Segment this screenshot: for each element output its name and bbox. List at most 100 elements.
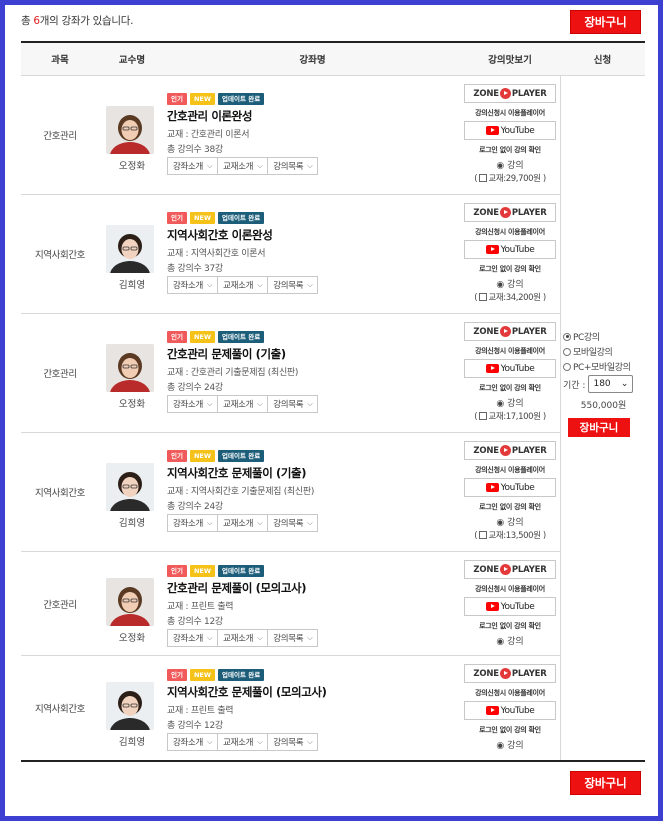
youtube-button[interactable]: YouTube	[464, 359, 556, 378]
youtube-button[interactable]: YouTube	[464, 701, 556, 720]
book-intro-select[interactable]: 교재소개 ⌵	[217, 157, 269, 175]
play-icon	[499, 326, 511, 337]
course-row: 간호관리 오정화 인기 NEW 업데이트 완료 간호관리 이론완성 교재 : 간…	[21, 76, 560, 195]
badge-group: 인기 NEW 업데이트 완료	[167, 669, 265, 681]
lecture-list-select[interactable]: 강의목록 ⌵	[267, 733, 319, 751]
play-icon	[499, 207, 511, 218]
book-intro-select[interactable]: 교재소개 ⌵	[217, 514, 269, 532]
badge-group: 인기 NEW 업데이트 완료	[167, 93, 265, 105]
course-title[interactable]: 지역사회간호 이론완성	[167, 227, 273, 243]
course-book: 교재 : 프린트 출력	[167, 706, 234, 716]
book-checkbox[interactable]	[479, 412, 488, 420]
new-badge: NEW	[189, 331, 216, 343]
professor-name: 김희영	[118, 280, 146, 291]
apply-cart-button[interactable]: 장바구니	[568, 418, 630, 437]
radio-selected-icon: ◉	[496, 741, 508, 751]
course-lessons: 총 강의수 12강	[167, 617, 223, 627]
book-intro-select[interactable]: 교재소개 ⌵	[217, 629, 269, 647]
zone-player-note: 강의신청시 이용플레이어	[475, 585, 545, 593]
course-cell: 인기 NEW 업데이트 완료 지역사회간호 문제풀이 (기출) 교재 : 지역사…	[165, 433, 460, 551]
badge-group: 인기 NEW 업데이트 완료	[167, 565, 265, 577]
zone-player-button[interactable]: ZONE PLAYER	[464, 441, 556, 460]
lecture-radio[interactable]: ◉ 강의	[460, 277, 560, 290]
professor-cell: 김희영	[99, 195, 165, 313]
course-intro-select[interactable]: 강좌소개 ⌵	[167, 514, 219, 532]
book-intro-select[interactable]: 교재소개 ⌵	[217, 733, 269, 751]
lecture-radio[interactable]: ◉ 강의	[460, 515, 560, 528]
radio-pc[interactable]	[563, 332, 571, 341]
cart-button-top[interactable]: 장바구니	[570, 10, 641, 34]
chevron-down-icon: ⌵	[257, 737, 263, 746]
youtube-button[interactable]: YouTube	[464, 597, 556, 616]
lecture-radio[interactable]: ◉ 강의	[460, 634, 560, 647]
course-book: 교재 : 지역사회간호 이론서	[167, 249, 266, 259]
lecture-radio[interactable]: ◉ 강의	[460, 396, 560, 409]
book-intro-select[interactable]: 교재소개 ⌵	[217, 276, 269, 294]
period-select[interactable]: 180 ⌄	[588, 375, 634, 393]
zone-player-button[interactable]: ZONE PLAYER	[464, 84, 556, 103]
subject-cell: 지역사회간호	[34, 704, 86, 715]
zone-player-button[interactable]: ZONE PLAYER	[464, 203, 556, 222]
book-option[interactable]: ( 교재:34,200원 )	[460, 291, 560, 303]
zone-player-note: 강의신청시 이용플레이어	[475, 109, 545, 117]
course-intro-select[interactable]: 강좌소개 ⌵	[167, 733, 219, 751]
lecture-list-select[interactable]: 강의목록 ⌵	[267, 629, 319, 647]
option-mobile[interactable]: 모바일강의	[563, 345, 613, 358]
course-intro-select[interactable]: 강좌소개 ⌵	[167, 276, 219, 294]
zone-player-note: 강의신청시 이용플레이어	[475, 347, 545, 355]
lecture-radio[interactable]: ◉ 강의	[460, 738, 560, 751]
youtube-note: 로그인 없이 강의 확인	[479, 146, 541, 154]
preview-cell: ZONE PLAYER 강의신청시 이용플레이어 YouTube 로그인 없이 강…	[460, 314, 560, 432]
table-header: 과목 교수명 강좌명 강의맛보기 신청	[21, 43, 645, 76]
course-intro-select[interactable]: 강좌소개 ⌵	[167, 629, 219, 647]
lecture-list-select[interactable]: 강의목록 ⌵	[267, 276, 319, 294]
zone-player-button[interactable]: ZONE PLAYER	[464, 664, 556, 683]
header-preview: 강의맛보기	[488, 55, 532, 66]
new-badge: NEW	[189, 93, 216, 105]
subject-cell: 지역사회간호	[34, 250, 86, 261]
book-option[interactable]: ( 교재:29,700원 )	[460, 172, 560, 184]
radio-mobile[interactable]	[563, 347, 571, 356]
youtube-button[interactable]: YouTube	[464, 121, 556, 140]
chevron-down-icon: ⌵	[307, 161, 313, 170]
chevron-down-icon: ⌵	[307, 633, 313, 642]
lecture-list-select[interactable]: 강의목록 ⌵	[267, 514, 319, 532]
course-intro-select[interactable]: 강좌소개 ⌵	[167, 395, 219, 413]
book-intro-select[interactable]: 교재소개 ⌵	[217, 395, 269, 413]
youtube-button[interactable]: YouTube	[464, 478, 556, 497]
zone-player-button[interactable]: ZONE PLAYER	[464, 322, 556, 341]
radio-selected-icon: ◉	[496, 280, 508, 290]
lecture-list-select[interactable]: 강의목록 ⌵	[267, 395, 319, 413]
youtube-button[interactable]: YouTube	[464, 240, 556, 259]
cart-button-bottom[interactable]: 장바구니	[570, 771, 641, 795]
book-checkbox[interactable]	[479, 531, 488, 539]
chevron-down-icon: ⌵	[307, 280, 313, 289]
zone-player-button[interactable]: ZONE PLAYER	[464, 560, 556, 579]
chevron-down-icon: ⌵	[307, 399, 313, 408]
option-pc[interactable]: PC강의	[563, 330, 600, 343]
book-option[interactable]: ( 교재:17,100원 )	[460, 410, 560, 422]
book-checkbox[interactable]	[479, 293, 488, 301]
youtube-note: 로그인 없이 강의 확인	[479, 265, 541, 273]
book-option[interactable]: ( 교재:13,500원 )	[460, 529, 560, 541]
preview-cell: ZONE PLAYER 강의신청시 이용플레이어 YouTube 로그인 없이 강…	[460, 433, 560, 551]
course-row: 지역사회간호 김희영 인기 NEW 업데이트 완료 지역사회간호 문제풀이 (기…	[21, 433, 560, 552]
course-lessons: 총 강의수 38강	[167, 145, 223, 155]
course-title[interactable]: 지역사회간호 문제풀이 (모의고사)	[167, 684, 327, 700]
radio-selected-icon: ◉	[496, 161, 508, 171]
lecture-list-select[interactable]: 강의목록 ⌵	[267, 157, 319, 175]
course-title[interactable]: 지역사회간호 문제풀이 (기출)	[167, 465, 306, 481]
course-title[interactable]: 간호관리 문제풀이 (모의고사)	[167, 580, 306, 596]
option-pc-mobile[interactable]: PC+모바일강의	[563, 360, 631, 373]
book-checkbox[interactable]	[479, 174, 488, 182]
course-intro-select[interactable]: 강좌소개 ⌵	[167, 157, 219, 175]
professor-avatar	[106, 225, 154, 273]
youtube-icon	[485, 364, 499, 373]
professor-avatar	[106, 578, 154, 626]
course-title[interactable]: 간호관리 이론완성	[167, 108, 252, 124]
lecture-radio[interactable]: ◉ 강의	[460, 158, 560, 171]
preview-cell: ZONE PLAYER 강의신청시 이용플레이어 YouTube 로그인 없이 강…	[460, 195, 560, 313]
radio-pc-mobile[interactable]	[563, 362, 571, 371]
course-title[interactable]: 간호관리 문제풀이 (기출)	[167, 346, 286, 362]
professor-avatar	[106, 106, 154, 154]
